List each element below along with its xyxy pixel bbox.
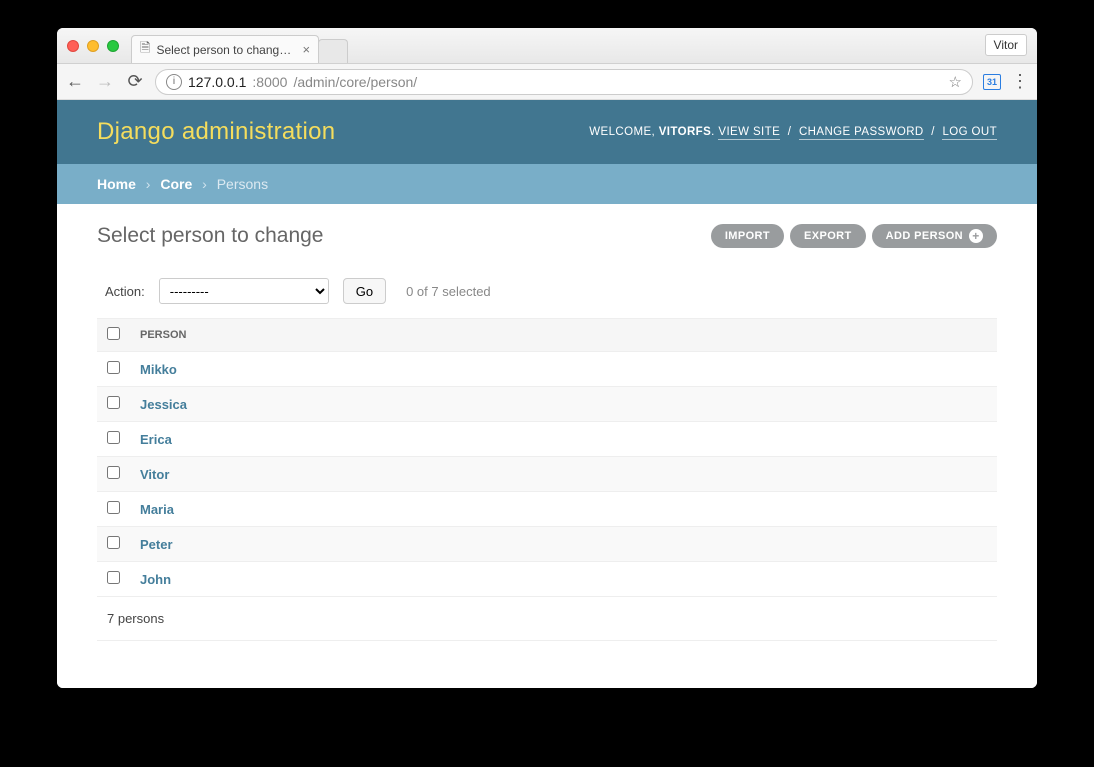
page-favicon-icon: 🗎 [140, 39, 150, 61]
row-name-cell: Erica [130, 422, 997, 457]
row-checkbox[interactable] [107, 501, 120, 514]
url-host: 127.0.0.1 [188, 74, 246, 90]
person-link[interactable]: Mikko [140, 362, 177, 377]
browser-menu-icon[interactable]: ⋮ [1011, 71, 1029, 92]
row-checkbox[interactable] [107, 396, 120, 409]
row-checkbox[interactable] [107, 431, 120, 444]
plus-icon: + [969, 229, 983, 243]
new-tab-button[interactable] [318, 39, 348, 63]
breadcrumb-current: Persons [217, 176, 268, 192]
browser-window: 🗎 Select person to change | Djan × Vitor… [57, 28, 1037, 688]
content-header: Select person to change IMPORT EXPORT AD… [97, 224, 997, 248]
user-links: WELCOME, VITORFS. VIEW SITE / CHANGE PAS… [589, 126, 997, 138]
person-link[interactable]: Peter [140, 537, 173, 552]
url-port: :8000 [252, 74, 287, 90]
row-checkbox-cell [97, 492, 130, 527]
table-row: Erica [97, 422, 997, 457]
action-select[interactable]: --------- [159, 278, 329, 304]
import-button[interactable]: IMPORT [711, 224, 784, 248]
window-titlebar: 🗎 Select person to change | Djan × Vitor [57, 28, 1037, 64]
breadcrumb-app[interactable]: Core [160, 176, 192, 192]
bookmark-star-icon[interactable]: ☆ [949, 73, 962, 91]
profile-badge[interactable]: Vitor [985, 34, 1027, 56]
browser-toolbar: ← → ⟳ i 127.0.0.1 :8000/admin/core/person… [57, 64, 1037, 100]
tab-close-icon[interactable]: × [302, 42, 310, 57]
table-row: Maria [97, 492, 997, 527]
add-person-label: ADD PERSON [886, 230, 963, 242]
row-checkbox-cell [97, 457, 130, 492]
person-link[interactable]: Erica [140, 432, 172, 447]
row-checkbox-cell [97, 527, 130, 562]
content: Select person to change IMPORT EXPORT AD… [57, 204, 1037, 688]
person-link[interactable]: Maria [140, 502, 174, 517]
row-name-cell: Peter [130, 527, 997, 562]
table-row: Vitor [97, 457, 997, 492]
window-maximize-icon[interactable] [107, 40, 119, 52]
view-site-link[interactable]: VIEW SITE [718, 126, 780, 140]
table-row: John [97, 562, 997, 597]
username: VITORFS [659, 126, 711, 138]
url-path: /admin/core/person/ [293, 74, 417, 90]
go-button[interactable]: Go [343, 278, 386, 304]
page-title: Select person to change [97, 224, 324, 248]
table-row: Mikko [97, 352, 997, 387]
person-link[interactable]: John [140, 572, 171, 587]
person-link[interactable]: Vitor [140, 467, 169, 482]
nav-reload-icon[interactable]: ⟳ [125, 71, 145, 92]
nav-back-icon[interactable]: ← [65, 71, 85, 92]
table-row: Jessica [97, 387, 997, 422]
chevron-right-icon: › [202, 176, 207, 192]
action-label: Action: [105, 284, 145, 299]
logout-link[interactable]: LOG OUT [942, 126, 997, 140]
table-row: Peter [97, 527, 997, 562]
window-minimize-icon[interactable] [87, 40, 99, 52]
object-tools: IMPORT EXPORT ADD PERSON + [711, 224, 997, 248]
welcome-label: WELCOME, [589, 126, 655, 138]
row-name-cell: Maria [130, 492, 997, 527]
row-name-cell: Vitor [130, 457, 997, 492]
add-person-button[interactable]: ADD PERSON + [872, 224, 997, 248]
site-info-icon[interactable]: i [166, 74, 182, 90]
tab-strip: 🗎 Select person to change | Djan × [131, 28, 348, 63]
selection-count: 0 of 7 selected [406, 284, 491, 299]
row-checkbox[interactable] [107, 466, 120, 479]
row-checkbox[interactable] [107, 571, 120, 584]
column-header-person[interactable]: PERSON [130, 319, 997, 352]
person-table: PERSON Mikko Jessica Erica Vitor Maria Peter J… [97, 318, 997, 597]
row-name-cell: Mikko [130, 352, 997, 387]
row-checkbox[interactable] [107, 536, 120, 549]
chevron-right-icon: › [146, 176, 151, 192]
row-checkbox[interactable] [107, 361, 120, 374]
nav-forward-icon: → [95, 71, 115, 92]
row-checkbox-cell [97, 562, 130, 597]
breadcrumb: Home › Core › Persons [57, 164, 1037, 204]
extension-badge-icon[interactable]: 31 [983, 74, 1001, 90]
person-link[interactable]: Jessica [140, 397, 187, 412]
select-all-header [97, 319, 130, 352]
row-checkbox-cell [97, 352, 130, 387]
app-header: Django administration WELCOME, VITORFS. … [57, 100, 1037, 164]
row-checkbox-cell [97, 387, 130, 422]
row-checkbox-cell [97, 422, 130, 457]
row-name-cell: Jessica [130, 387, 997, 422]
tab-title: Select person to change | Djan [156, 43, 296, 57]
traffic-lights [67, 40, 119, 52]
export-button[interactable]: EXPORT [790, 224, 866, 248]
select-all-checkbox[interactable] [107, 327, 120, 340]
row-name-cell: John [130, 562, 997, 597]
actions-row: Action: --------- Go 0 of 7 selected [97, 276, 997, 306]
address-bar[interactable]: i 127.0.0.1 :8000/admin/core/person/ ☆ [155, 69, 973, 95]
change-password-link[interactable]: CHANGE PASSWORD [799, 126, 924, 140]
window-close-icon[interactable] [67, 40, 79, 52]
paginator: 7 persons [97, 597, 997, 641]
site-title[interactable]: Django administration [97, 118, 335, 146]
breadcrumb-home[interactable]: Home [97, 176, 136, 192]
browser-tab[interactable]: 🗎 Select person to change | Djan × [131, 35, 319, 63]
